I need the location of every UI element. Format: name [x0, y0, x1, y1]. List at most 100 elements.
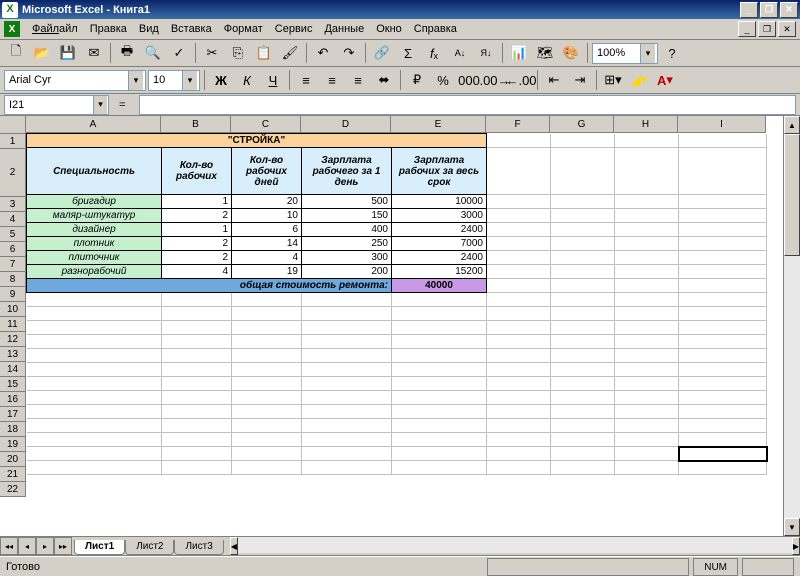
cell-D16[interactable] — [302, 377, 392, 391]
cell-E2[interactable]: Зарплата рабочих за весь срок — [392, 148, 487, 195]
cell-I11[interactable] — [679, 307, 767, 321]
cell-D5[interactable]: 400 — [302, 223, 392, 237]
sheet-tab-Лист1[interactable]: Лист1 — [74, 540, 125, 555]
menu-tools[interactable]: Сервис — [275, 23, 313, 35]
cell-B6[interactable]: 2 — [162, 237, 232, 251]
cell-E20[interactable] — [392, 433, 487, 447]
row-header-7[interactable]: 7 — [0, 257, 26, 272]
cell-F14[interactable] — [487, 349, 551, 363]
cell-E14[interactable] — [392, 349, 487, 363]
cell-E11[interactable] — [392, 307, 487, 321]
cell-B13[interactable] — [162, 335, 232, 349]
cell-H13[interactable] — [615, 335, 679, 349]
column-header-I[interactable]: I — [678, 116, 766, 133]
font-size-combo[interactable]: 10 — [148, 70, 200, 91]
cell-H17[interactable] — [615, 391, 679, 405]
paste-button[interactable]: 📋 — [252, 41, 276, 65]
cell-A15[interactable] — [27, 363, 162, 377]
cell-B18[interactable] — [162, 405, 232, 419]
align-center-button[interactable]: ≡ — [320, 68, 344, 92]
spell-button[interactable]: ✓ — [167, 41, 191, 65]
cell-C12[interactable] — [232, 321, 302, 335]
cell-E9[interactable]: 40000 — [392, 279, 487, 293]
cell-B12[interactable] — [162, 321, 232, 335]
cell-I14[interactable] — [679, 349, 767, 363]
cell-H11[interactable] — [615, 307, 679, 321]
column-header-G[interactable]: G — [550, 116, 614, 133]
cell-E16[interactable] — [392, 377, 487, 391]
cell-F21[interactable] — [487, 447, 551, 461]
cell-H6[interactable] — [615, 237, 679, 251]
cell-A8[interactable]: разнорабочий — [27, 265, 162, 279]
chart-button[interactable]: 📊 — [507, 41, 531, 65]
merge-center-button[interactable]: ⬌ — [372, 68, 396, 92]
cell-C22[interactable] — [232, 461, 302, 475]
cell-F2[interactable] — [487, 148, 551, 195]
sheet-tab-Лист3[interactable]: Лист3 — [174, 540, 223, 555]
cell-C6[interactable]: 14 — [232, 237, 302, 251]
cell-A9[interactable]: общая стоимость ремонта: — [27, 279, 392, 293]
cell-D7[interactable]: 300 — [302, 251, 392, 265]
select-all-corner[interactable] — [0, 116, 26, 134]
cell-D22[interactable] — [302, 461, 392, 475]
cell-F16[interactable] — [487, 377, 551, 391]
tab-next-button[interactable]: ▸ — [36, 537, 54, 555]
formula-input[interactable] — [139, 95, 796, 115]
cell-E3[interactable]: 10000 — [392, 195, 487, 209]
cell-C21[interactable] — [232, 447, 302, 461]
cell-H12[interactable] — [615, 321, 679, 335]
row-header-5[interactable]: 5 — [0, 227, 26, 242]
open-button[interactable]: 📂 — [30, 41, 54, 65]
row-header-22[interactable]: 22 — [0, 482, 26, 497]
row-header-8[interactable]: 8 — [0, 272, 26, 287]
cell-F5[interactable] — [487, 223, 551, 237]
autosum-button[interactable]: Σ — [396, 41, 420, 65]
cell-C17[interactable] — [232, 391, 302, 405]
cell-B10[interactable] — [162, 293, 232, 307]
mdi-close[interactable]: ✕ — [778, 21, 796, 37]
cell-I16[interactable] — [679, 377, 767, 391]
italic-button[interactable]: К — [235, 68, 259, 92]
sort-desc-button[interactable]: Я↓ — [474, 41, 498, 65]
bold-button[interactable]: Ж — [209, 68, 233, 92]
cell-D20[interactable] — [302, 433, 392, 447]
scroll-down-icon[interactable]: ▼ — [784, 518, 800, 536]
cell-E7[interactable]: 2400 — [392, 251, 487, 265]
mdi-restore[interactable]: ❐ — [758, 21, 776, 37]
cell-C8[interactable]: 19 — [232, 265, 302, 279]
cell-B7[interactable]: 2 — [162, 251, 232, 265]
row-header-10[interactable]: 10 — [0, 302, 26, 317]
mail-button[interactable]: ✉ — [82, 41, 106, 65]
row-header-14[interactable]: 14 — [0, 362, 26, 377]
cell-G13[interactable] — [551, 335, 615, 349]
dec-indent-button[interactable]: ⇤ — [542, 68, 566, 92]
cell-C10[interactable] — [232, 293, 302, 307]
copy-button[interactable]: ⎘ — [226, 41, 250, 65]
cell-F20[interactable] — [487, 433, 551, 447]
cell-A6[interactable]: плотник — [27, 237, 162, 251]
cell-A2[interactable]: Специальность — [27, 148, 162, 195]
vertical-scrollbar[interactable]: ▲ ▼ — [783, 116, 800, 536]
cell-I2[interactable] — [679, 148, 767, 195]
menu-insert[interactable]: Вставка — [171, 23, 212, 35]
row-header-12[interactable]: 12 — [0, 332, 26, 347]
row-header-13[interactable]: 13 — [0, 347, 26, 362]
cell-I7[interactable] — [679, 251, 767, 265]
row-header-17[interactable]: 17 — [0, 407, 26, 422]
cut-button[interactable]: ✂ — [200, 41, 224, 65]
cell-D11[interactable] — [302, 307, 392, 321]
cell-F6[interactable] — [487, 237, 551, 251]
scroll-left-icon[interactable]: ◀ — [230, 537, 238, 555]
cell-D13[interactable] — [302, 335, 392, 349]
cell-G21[interactable] — [551, 447, 615, 461]
cell-F9[interactable] — [487, 279, 551, 293]
cell-I21[interactable] — [679, 447, 767, 461]
cell-H1[interactable] — [615, 134, 679, 148]
cell-E4[interactable]: 3000 — [392, 209, 487, 223]
cell-G2[interactable] — [551, 148, 615, 195]
cell-G19[interactable] — [551, 419, 615, 433]
print-button[interactable]: 🖶 — [115, 41, 139, 65]
preview-button[interactable]: 🔍 — [141, 41, 165, 65]
cell-B4[interactable]: 2 — [162, 209, 232, 223]
cell-A18[interactable] — [27, 405, 162, 419]
